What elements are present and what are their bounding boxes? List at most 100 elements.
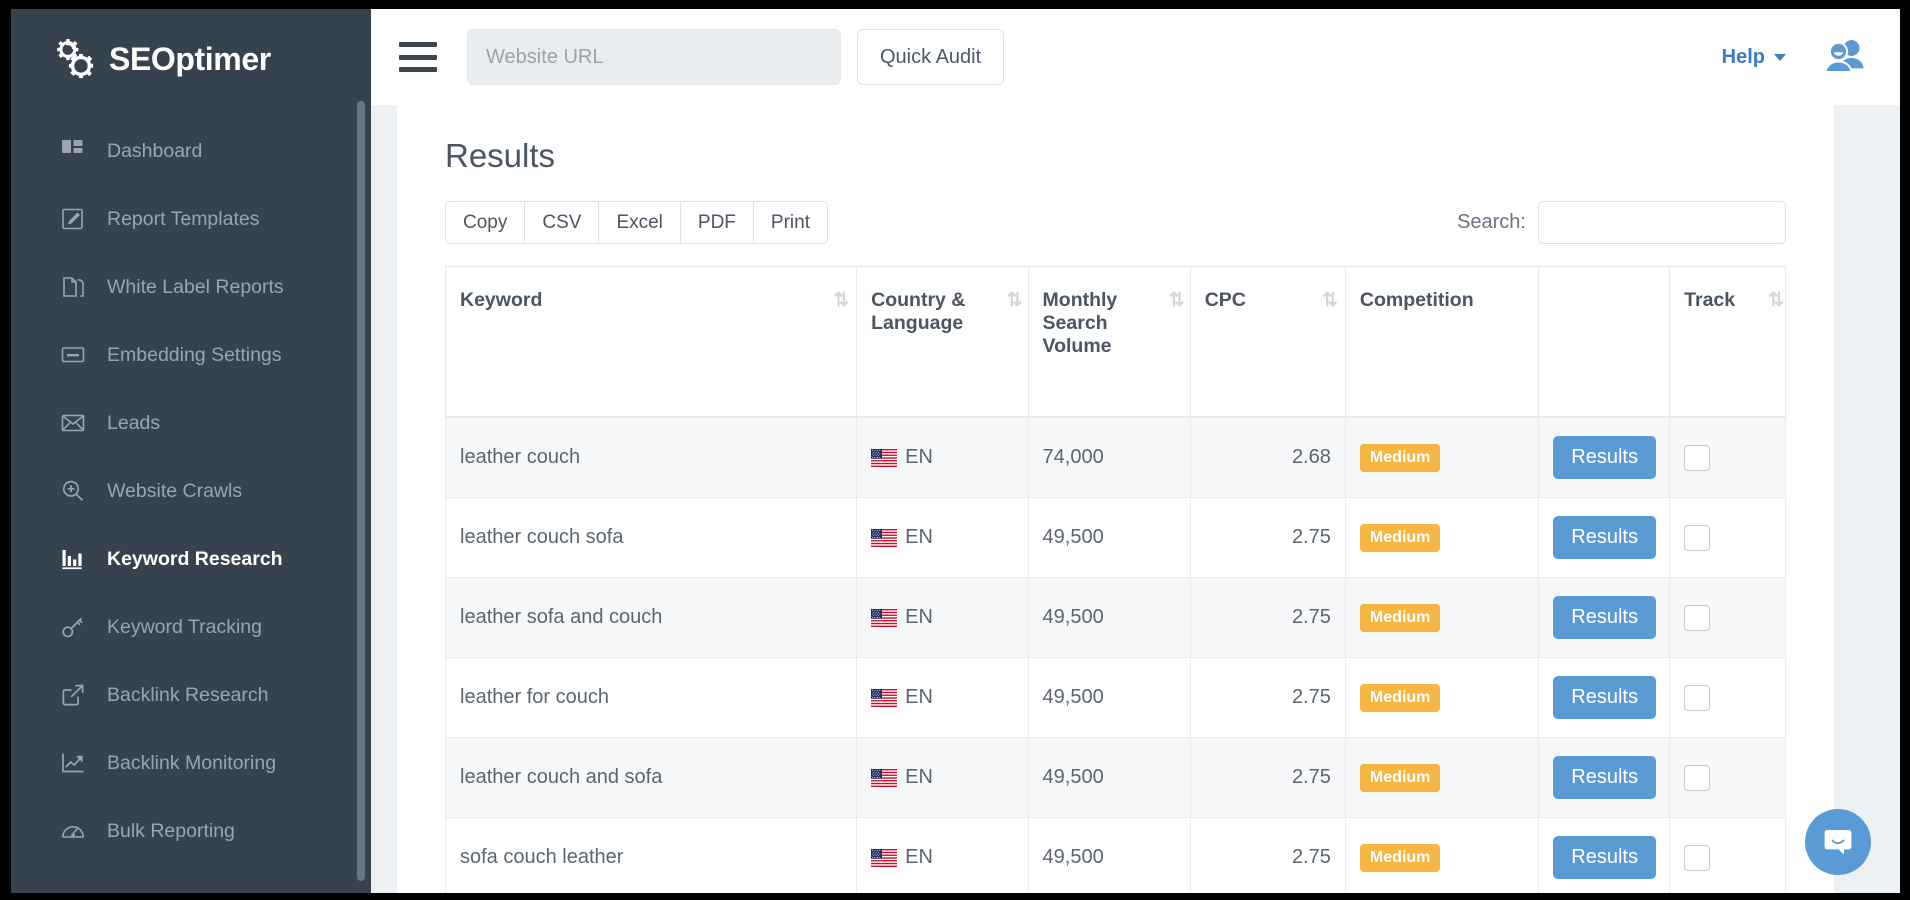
cell-cpc: 2.75 xyxy=(1190,658,1345,738)
chat-bubble-icon[interactable] xyxy=(1805,809,1871,875)
documents-copy-icon xyxy=(61,275,85,299)
sidebar-item-bulk-reporting[interactable]: Bulk Reporting xyxy=(11,797,371,865)
table-row: leather for couchEN49,5002.75MediumResul… xyxy=(446,658,1786,738)
table-row: leather couch and sofaEN49,5002.75Medium… xyxy=(446,738,1786,818)
cell-search-volume: 49,500 xyxy=(1028,818,1190,894)
sidebar-item-keyword-research[interactable]: Keyword Research xyxy=(11,525,371,593)
keyword-text: leather for couch xyxy=(460,686,609,708)
status-badge: Medium xyxy=(1360,604,1440,632)
row-results-button[interactable]: Results xyxy=(1553,516,1656,559)
cell-competition: Medium xyxy=(1345,578,1538,658)
envelope-icon xyxy=(61,411,85,435)
cell-search-volume: 49,500 xyxy=(1028,578,1190,658)
column-header-track[interactable]: Track ⇅ xyxy=(1670,267,1786,418)
cpc-value: 2.68 xyxy=(1292,446,1331,468)
cell-country-language: EN xyxy=(857,417,1028,498)
brand-logo-area[interactable]: SEOptimer xyxy=(11,9,371,111)
column-header-competition[interactable]: Competition xyxy=(1345,267,1538,418)
cell-competition: Medium xyxy=(1345,658,1538,738)
cell-cpc: 2.75 xyxy=(1190,498,1345,578)
csv-button[interactable]: CSV xyxy=(524,201,598,244)
search-area: Search: xyxy=(1457,201,1786,244)
sidebar-item-dashboard[interactable]: Dashboard xyxy=(11,117,371,185)
sidebar-item-label: Backlink Monitoring xyxy=(107,752,276,775)
pdf-button[interactable]: PDF xyxy=(680,201,753,244)
sidebar-item-leads[interactable]: Leads xyxy=(11,389,371,457)
column-label: Track xyxy=(1684,289,1735,311)
track-checkbox[interactable] xyxy=(1684,685,1710,711)
table-row: sofa couch leatherEN49,5002.75MediumResu… xyxy=(446,818,1786,894)
cell-search-volume: 49,500 xyxy=(1028,498,1190,578)
sidebar-item-backlink-monitoring[interactable]: Backlink Monitoring xyxy=(11,729,371,797)
content-area: Results Copy CSV Excel PDF Print Search: xyxy=(371,105,1900,893)
sidebar-nav: Dashboard Report Templates xyxy=(11,117,371,865)
cell-country-language: EN xyxy=(857,818,1028,894)
column-header-keyword[interactable]: Keyword ⇅ xyxy=(446,267,857,418)
sidebar-item-label: Dashboard xyxy=(107,140,202,163)
track-checkbox[interactable] xyxy=(1684,445,1710,471)
cell-actions: Results xyxy=(1539,738,1670,818)
page-title: Results xyxy=(397,137,1834,175)
status-badge: Medium xyxy=(1360,444,1440,472)
line-chart-icon xyxy=(61,751,85,775)
website-url-input[interactable] xyxy=(467,29,841,85)
search-label: Search: xyxy=(1457,211,1526,234)
chevron-down-icon xyxy=(1774,54,1786,61)
sidebar-item-white-label-reports[interactable]: White Label Reports xyxy=(11,253,371,321)
row-results-button[interactable]: Results xyxy=(1553,596,1656,639)
help-dropdown[interactable]: Help xyxy=(1722,46,1786,69)
row-results-button[interactable]: Results xyxy=(1553,836,1656,879)
track-checkbox[interactable] xyxy=(1684,605,1710,631)
row-results-button[interactable]: Results xyxy=(1553,676,1656,719)
track-checkbox[interactable] xyxy=(1684,525,1710,551)
results-card: Results Copy CSV Excel PDF Print Search: xyxy=(397,105,1834,893)
export-button-group: Copy CSV Excel PDF Print xyxy=(445,201,828,244)
cpc-value: 2.75 xyxy=(1292,526,1331,548)
gauge-icon xyxy=(61,819,85,843)
table-row: leather couchEN74,0002.68MediumResults xyxy=(446,417,1786,498)
keyword-text: leather sofa and couch xyxy=(460,606,662,628)
sidebar-scrollbar[interactable] xyxy=(357,101,365,881)
country-code: EN xyxy=(905,526,933,549)
sidebar-item-backlink-research[interactable]: Backlink Research xyxy=(11,661,371,729)
embed-box-icon xyxy=(61,343,85,367)
status-badge: Medium xyxy=(1360,844,1440,872)
cell-cpc: 2.75 xyxy=(1190,578,1345,658)
sidebar-item-label: Keyword Tracking xyxy=(107,616,262,639)
row-results-button[interactable]: Results xyxy=(1553,436,1656,479)
column-label: Keyword xyxy=(460,289,542,311)
app-window: SEOptimer Dashboard xyxy=(11,9,1900,893)
users-icon[interactable] xyxy=(1824,39,1866,76)
column-header-cpc[interactable]: CPC ⇅ xyxy=(1190,267,1345,418)
sidebar-item-label: Embedding Settings xyxy=(107,344,282,367)
sidebar-item-keyword-tracking[interactable]: Keyword Tracking xyxy=(11,593,371,661)
sidebar-item-label: Leads xyxy=(107,412,160,435)
cell-actions: Results xyxy=(1539,417,1670,498)
track-checkbox[interactable] xyxy=(1684,845,1710,871)
quick-audit-button[interactable]: Quick Audit xyxy=(857,29,1004,85)
row-results-button[interactable]: Results xyxy=(1553,756,1656,799)
sidebar-item-embedding-settings[interactable]: Embedding Settings xyxy=(11,321,371,389)
print-button[interactable]: Print xyxy=(753,201,828,244)
search-input[interactable] xyxy=(1538,201,1786,244)
sidebar-item-report-templates[interactable]: Report Templates xyxy=(11,185,371,253)
cell-track xyxy=(1670,417,1786,498)
cpc-value: 2.75 xyxy=(1292,766,1331,788)
sidebar-item-website-crawls[interactable]: Website Crawls xyxy=(11,457,371,525)
magnifier-plus-icon xyxy=(61,479,85,503)
sidebar-item-label: White Label Reports xyxy=(107,276,284,299)
column-header-country-language[interactable]: Country & Language ⇅ xyxy=(857,267,1028,418)
cell-cpc: 2.75 xyxy=(1190,818,1345,894)
sidebar-item-label: Keyword Research xyxy=(107,548,283,571)
sort-updown-icon: ⇅ xyxy=(1768,289,1781,312)
excel-button[interactable]: Excel xyxy=(598,201,679,244)
copy-button[interactable]: Copy xyxy=(445,201,524,244)
us-flag-icon xyxy=(871,849,897,867)
volume-value: 49,500 xyxy=(1043,846,1104,868)
column-header-actions xyxy=(1539,267,1670,418)
column-header-monthly-search-volume[interactable]: Monthly Search Volume ⇅ xyxy=(1028,267,1190,418)
main-region: Quick Audit Help xyxy=(371,9,1900,893)
track-checkbox[interactable] xyxy=(1684,765,1710,791)
column-label: Country & Language xyxy=(871,289,965,334)
hamburger-icon[interactable] xyxy=(399,42,437,72)
